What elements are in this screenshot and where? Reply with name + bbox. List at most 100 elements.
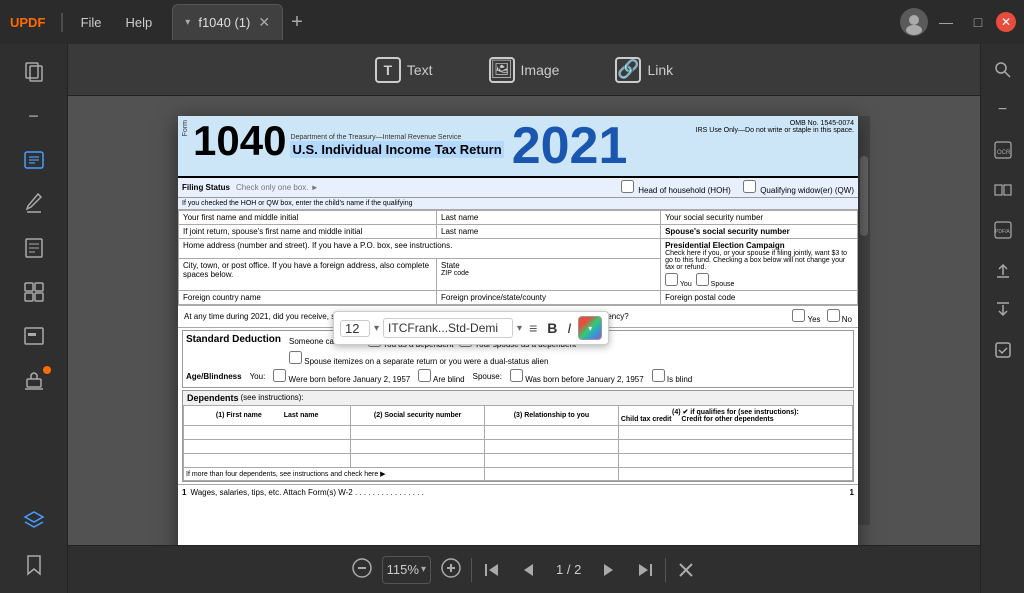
sidebar-edit-icon[interactable] [11, 140, 57, 180]
spouse-name-row: If joint return, spouse's first name and… [179, 225, 858, 239]
first-page-button[interactable] [476, 554, 508, 586]
sidebar-redact-icon[interactable] [11, 316, 57, 356]
age-blindness-row: Age/Blindness You: Were born before Janu… [186, 369, 850, 384]
zoom-in-button[interactable] [435, 554, 467, 586]
std-ded-title: Standard Deduction [186, 334, 281, 345]
spouse-checkbox[interactable] [696, 273, 709, 286]
prev-page-button[interactable] [512, 554, 544, 586]
dep-label: Dependents [187, 393, 239, 403]
tab-label: f1040 (1) [198, 15, 250, 30]
yes-no-area: Yes No [792, 309, 852, 324]
filing-status-placeholder: Check only one box. ► [236, 183, 319, 192]
tab-dropdown-arrow[interactable]: ▾ [185, 17, 190, 28]
right-search-icon[interactable] [985, 52, 1021, 88]
hoh-checkbox[interactable] [621, 180, 634, 193]
maximize-button[interactable]: □ [964, 8, 992, 36]
link-tool-icon: 🔗 [615, 57, 641, 83]
spouse-label: Spouse: [473, 372, 502, 381]
avatar-icon [900, 8, 928, 36]
you-checkbox[interactable] [665, 273, 678, 286]
qw-checkbox[interactable] [743, 180, 756, 193]
dep-row4-qual [618, 468, 852, 481]
right-ocr-icon[interactable]: OCR [985, 132, 1021, 168]
top-toolbar: T Text 🖼 Image 🔗 Link [68, 44, 980, 96]
zoom-dropdown[interactable]: ▾ [421, 564, 426, 575]
bold-button[interactable]: B [544, 320, 560, 336]
sidebar-bookmark-icon[interactable] [11, 545, 57, 585]
tab-close-button[interactable]: ✕ [258, 14, 270, 31]
right-pdfa-icon[interactable]: PDF/A [985, 212, 1021, 248]
menu-help[interactable]: Help [114, 0, 165, 44]
right-upload-icon[interactable] [985, 252, 1021, 288]
spouse-itemizes-checkbox[interactable] [289, 351, 302, 364]
address-row: Home address (number and street). If you… [179, 239, 858, 259]
text-align-button[interactable]: ≡ [526, 320, 540, 336]
tab-f1040[interactable]: ▾ f1040 (1) ✕ [172, 4, 283, 40]
sidebar-stamp-icon[interactable] [11, 360, 57, 400]
right-share-icon[interactable] [985, 292, 1021, 328]
close-toolbar-button[interactable] [670, 554, 702, 586]
form-title-area: Department of the Treasury—Internal Reve… [290, 120, 503, 172]
italic-button[interactable]: I [564, 320, 574, 336]
font-family-dropdown[interactable]: ▾ [517, 323, 522, 334]
next-page-button[interactable] [593, 554, 625, 586]
close-button[interactable]: ✕ [996, 12, 1016, 32]
menu-file[interactable]: File [69, 0, 114, 44]
foreign-country-cell: Foreign country name [179, 291, 437, 305]
zoom-value: 115% [387, 562, 419, 577]
document-area: Form 1040 Department of the Treasury—Int… [68, 96, 980, 593]
current-page: 1 [556, 562, 563, 577]
born-before-checkbox[interactable] [273, 369, 286, 382]
tab-add-button[interactable]: + [283, 11, 311, 34]
total-pages: 2 [574, 562, 581, 577]
sidebar-pages-icon[interactable] [11, 52, 57, 92]
filing-status-label: Filing Status [182, 183, 230, 192]
scroll-track[interactable] [858, 116, 870, 525]
image-tool-icon: 🖼 [489, 57, 515, 83]
sidebar-layers-icon[interactable] [11, 501, 57, 541]
text-tool-button[interactable]: T Text [363, 51, 445, 89]
dep-col1-header: (1) First name Last name [184, 406, 351, 426]
spouse-born-checkbox[interactable] [510, 369, 523, 382]
are-blind-checkbox[interactable] [418, 369, 431, 382]
minus-circle-icon [352, 558, 372, 581]
presidential-title: Presidential Election Campaign [665, 241, 853, 250]
svg-text:PDF/A: PDF/A [995, 229, 1010, 235]
ssn-cell: Your social security number [661, 211, 858, 225]
yes-checkbox[interactable] [792, 309, 805, 322]
last-page-button[interactable] [629, 554, 661, 586]
minimize-button[interactable]: — [932, 8, 960, 36]
no-checkbox[interactable] [827, 309, 840, 322]
sidebar-form-icon[interactable] [11, 228, 57, 268]
color-picker-button[interactable]: ▾ [578, 316, 602, 340]
menu-bar: File Help [69, 0, 165, 44]
sidebar-organize-icon[interactable] [11, 272, 57, 312]
form-title: U.S. Individual Income Tax Return [290, 141, 503, 158]
form-number: 1040 [193, 120, 286, 162]
department-label: Department of the Treasury—Internal Reve… [290, 134, 503, 141]
right-scan-icon[interactable] [985, 172, 1021, 208]
qw-checkbox-label[interactable]: Qualifying widow(er) (QW) [743, 186, 854, 195]
zoom-out-button[interactable] [346, 554, 378, 586]
font-family-field[interactable]: ITCFrank...Std-Demi [383, 318, 513, 338]
presidential-cell: Presidential Election Campaign Check her… [661, 239, 858, 291]
font-size-dropdown[interactable]: ▾ [374, 323, 379, 334]
dep-row2-rel [485, 440, 619, 454]
font-size-field[interactable]: 12 [340, 320, 370, 337]
close-icon [678, 562, 694, 578]
sidebar-annotate-icon[interactable] [11, 184, 57, 224]
filing-status-bar: Filing Status Check only one box. ► Head… [178, 178, 858, 198]
hoh-checkbox-label[interactable]: Head of household (HOH) [621, 186, 733, 195]
image-tool-button[interactable]: 🖼 Image [477, 51, 572, 89]
right-checkbox-icon[interactable] [985, 332, 1021, 368]
avatar-button[interactable] [900, 8, 928, 36]
right-minus-icon[interactable]: − [985, 92, 1021, 128]
state-cell: State ZIP code [437, 258, 661, 290]
sidebar-minus-icon[interactable]: − [11, 96, 57, 136]
is-blind-checkbox[interactable] [652, 369, 665, 382]
scroll-thumb[interactable] [860, 156, 868, 236]
foreign-province-cell: Foreign province/state/county [437, 291, 661, 305]
main-area: − [0, 44, 1024, 593]
left-sidebar: − [0, 44, 68, 593]
link-tool-button[interactable]: 🔗 Link [603, 51, 685, 89]
